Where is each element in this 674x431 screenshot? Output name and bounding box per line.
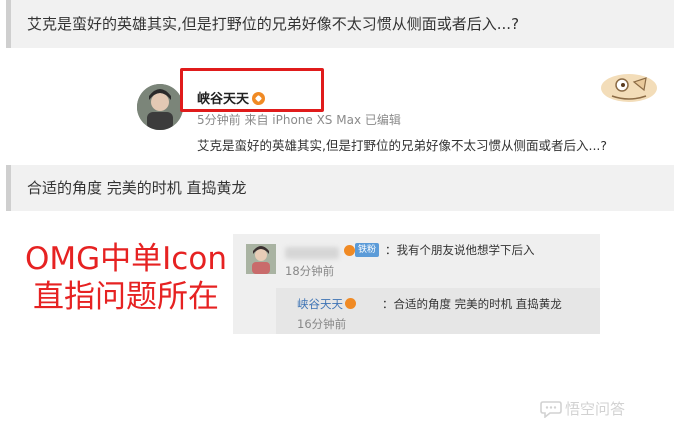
sticker-emoji-icon <box>601 74 657 102</box>
vip-badge-icon <box>345 298 356 309</box>
reply-text: ：合适的角度 完美的时机 直捣黄龙 <box>382 297 562 311</box>
vip-badge-icon <box>344 245 355 256</box>
commenter-avatar[interactable] <box>246 244 276 274</box>
reply-time: 16分钟前 <box>297 317 347 331</box>
post-meta: 5分钟前 来自 iPhone XS Max 已编辑 <box>197 113 401 127</box>
reply-author-name[interactable]: 峡谷天天 <box>297 297 343 311</box>
reply: 峡谷天天 ：合适的角度 完美的时机 直捣黄龙 16分钟前 <box>276 288 600 334</box>
question-quote: 艾克是蛮好的英雄其实,但是打野位的兄弟好像不太习惯从侧面或者后入...? <box>6 0 674 48</box>
caption: OMG中单Icon 直指问题所在 <box>16 240 236 316</box>
comment-time: 18分钟前 <box>285 264 335 278</box>
comment-screenshot: 铁粉 ：我有个朋友说他想学下后入 18分钟前 峡谷天天 ：合适的角度 完美的时机… <box>233 234 600 334</box>
comment-text: ：我有个朋友说他想学下后入 <box>385 243 535 257</box>
avatar[interactable] <box>137 84 183 130</box>
avatar-image <box>137 84 183 130</box>
post-content: 艾克是蛮好的英雄其实,但是打野位的兄弟好像不太习惯从侧面或者后入...? <box>197 138 608 153</box>
commenter-avatar-image <box>246 244 276 274</box>
question-text: 艾克是蛮好的英雄其实,但是打野位的兄弟好像不太习惯从侧面或者后入...? <box>27 14 520 33</box>
watermark: 悟空问答 <box>540 398 625 419</box>
fan-badge: 铁粉 <box>355 243 380 257</box>
answer-text: 合适的角度 完美的时机 直捣黄龙 <box>27 178 247 197</box>
caption-line-1: OMG中单Icon <box>25 241 227 277</box>
highlight-box <box>180 68 324 112</box>
answer-quote: 合适的角度 完美的时机 直捣黄龙 <box>6 165 674 211</box>
caption-line-2: 直指问题所在 <box>33 279 219 315</box>
reply-author[interactable]: 峡谷天天 <box>297 296 356 312</box>
watermark-text: 悟空问答 <box>565 400 626 418</box>
blurred-username <box>285 247 339 259</box>
speech-bubble-icon <box>540 400 562 418</box>
